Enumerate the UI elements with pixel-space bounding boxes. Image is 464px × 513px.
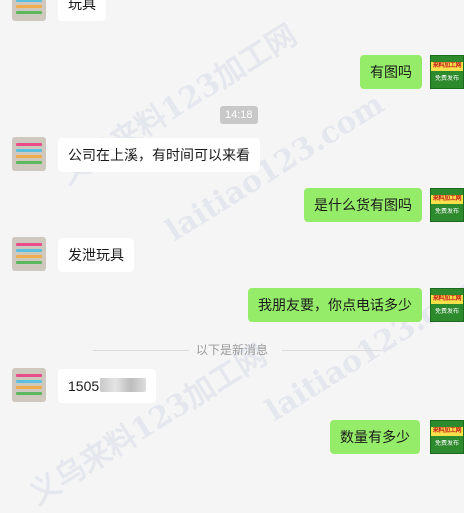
chat-window: 义乌来料123加工网 laitiao123.com laitiao123.com… [0, 0, 464, 512]
avatar-logo-subtext: 免费发布 [434, 209, 459, 215]
avatar-logo-text: 来料加工网 [431, 62, 463, 71]
my-avatar[interactable]: 来料加工网 免费发布 [430, 420, 464, 454]
my-avatar[interactable]: 来料加工网 免费发布 [430, 188, 464, 222]
phone-number-text: 1505 [68, 378, 100, 394]
message-bubble[interactable]: 公司在上溪，有时间可以来看 [58, 138, 260, 172]
avatar-logo-subtext: 免费发布 [434, 76, 459, 82]
message-bubble[interactable]: 有图吗 [360, 55, 422, 89]
my-avatar[interactable]: 来料加工网 免费发布 [430, 288, 464, 322]
contact-avatar[interactable] [12, 0, 46, 21]
divider-line [93, 350, 189, 351]
my-avatar[interactable]: 来料加工网 免费发布 [430, 55, 464, 89]
message-bubble[interactable]: 玩具 [58, 0, 106, 21]
timestamp: 14:18 [220, 106, 258, 124]
contact-avatar[interactable] [12, 237, 46, 271]
avatar-logo-subtext: 免费发布 [434, 309, 459, 315]
message-bubble[interactable]: 发泄玩具 [58, 238, 134, 272]
new-messages-divider: 以下是新消息 [196, 343, 269, 357]
message-bubble[interactable]: 我朋友要，你点电话多少 [248, 288, 422, 322]
avatar-logo-text: 来料加工网 [431, 295, 463, 304]
divider-line [282, 350, 382, 351]
redacted-blur [100, 378, 147, 393]
message-bubble[interactable]: 是什么货有图吗 [304, 188, 422, 222]
contact-avatar[interactable] [12, 368, 46, 402]
message-bubble[interactable]: 1505 [58, 369, 157, 403]
avatar-logo-subtext: 免费发布 [434, 441, 459, 447]
avatar-logo-text: 来料加工网 [431, 427, 463, 436]
avatar-logo-text: 来料加工网 [431, 195, 463, 204]
contact-avatar[interactable] [12, 137, 46, 171]
message-bubble[interactable]: 数量有多少 [330, 420, 420, 454]
